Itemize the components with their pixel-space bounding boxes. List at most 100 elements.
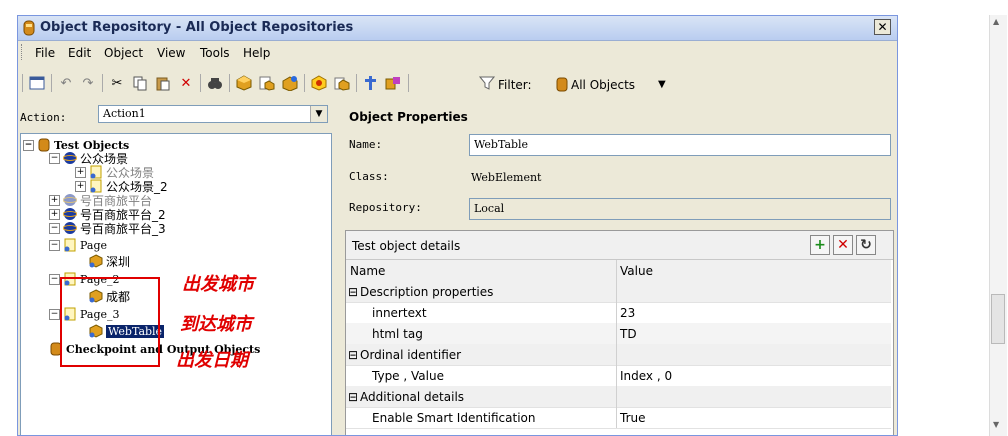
menu-edit[interactable]: Edit bbox=[68, 46, 91, 60]
column-header-name[interactable]: Name bbox=[350, 264, 385, 278]
filter-label: Filter: bbox=[498, 78, 532, 92]
add-object-icon[interactable] bbox=[235, 74, 253, 92]
toolbar-separator bbox=[408, 74, 409, 92]
row-value[interactable]: 23 bbox=[620, 306, 635, 320]
update-from-app-icon[interactable] bbox=[333, 74, 351, 92]
browser-globe-icon bbox=[63, 208, 77, 220]
tree-item-element-shenzhen[interactable]: 深圳 bbox=[89, 254, 131, 269]
redo-icon[interactable]: ↷ bbox=[79, 74, 97, 92]
scroll-down-arrow-icon[interactable]: ▼ bbox=[993, 420, 999, 429]
toolbar-grip bbox=[22, 74, 23, 92]
refresh-icon[interactable]: ↻ bbox=[856, 235, 876, 255]
undo-icon[interactable]: ↶ bbox=[57, 74, 75, 92]
delete-icon[interactable]: ✕ bbox=[833, 235, 853, 255]
collapse-icon[interactable]: − bbox=[49, 152, 60, 164]
grid-row[interactable]: html tag TD bbox=[346, 323, 891, 345]
row-name: Type , Value bbox=[372, 369, 444, 383]
toolbar-separator bbox=[304, 74, 305, 92]
group-collapse-icon[interactable]: ⊟ bbox=[348, 348, 358, 362]
annotation-departure-city: 出发城市 bbox=[182, 274, 254, 295]
web-element-icon bbox=[89, 254, 103, 268]
details-title: Test object details bbox=[352, 239, 461, 253]
find-icon[interactable] bbox=[206, 74, 224, 92]
tree-item-label: 号百商旅平台_3 bbox=[80, 221, 166, 236]
filter-select-value[interactable]: All Objects bbox=[571, 78, 635, 92]
annotation-arrival-city: 到达城市 bbox=[180, 314, 252, 335]
cut-icon[interactable]: ✂ bbox=[108, 74, 126, 92]
object-spy-icon[interactable] bbox=[258, 74, 276, 92]
grid-group-row[interactable]: ⊟ Description properties bbox=[346, 281, 891, 303]
browser-globe-icon bbox=[63, 152, 77, 164]
menu-view[interactable]: View bbox=[157, 46, 185, 60]
highlight-icon[interactable] bbox=[281, 74, 299, 92]
menu-bar: File Edit Object View Tools Help bbox=[18, 41, 897, 63]
expand-icon[interactable]: + bbox=[75, 180, 86, 192]
expand-icon[interactable]: + bbox=[75, 166, 86, 178]
navigate-icon[interactable] bbox=[362, 74, 380, 92]
row-value[interactable]: True bbox=[620, 411, 646, 425]
right-pane: Object Properties Name: WebTable Class: … bbox=[341, 102, 897, 435]
row-value[interactable]: Index , 0 bbox=[620, 369, 672, 383]
scroll-thumb[interactable] bbox=[991, 294, 1005, 344]
properties-icon[interactable] bbox=[384, 74, 402, 92]
menu-file[interactable]: File bbox=[35, 46, 55, 60]
menu-object[interactable]: Object bbox=[104, 46, 143, 60]
group-label: Additional details bbox=[360, 390, 465, 404]
toolbar: ↶ ↷ ✂ ✕ Filter: All Objects ▼ bbox=[18, 69, 897, 97]
group-collapse-icon[interactable]: ⊟ bbox=[348, 390, 358, 404]
plus-icon[interactable]: + bbox=[810, 235, 830, 255]
menu-help[interactable]: Help bbox=[243, 46, 270, 60]
grid-row[interactable]: innertext 23 bbox=[346, 302, 891, 324]
group-label: Description properties bbox=[360, 285, 494, 299]
tree-item-page[interactable]: − Page bbox=[49, 238, 107, 252]
tree-item-browser-4[interactable]: − 号百商旅平台_3 bbox=[49, 221, 166, 236]
tree-item-label: 深圳 bbox=[106, 254, 131, 269]
menu-tools[interactable]: Tools bbox=[200, 46, 230, 60]
row-name: innertext bbox=[372, 306, 427, 320]
paste-icon[interactable] bbox=[154, 74, 172, 92]
name-field[interactable]: WebTable bbox=[469, 134, 891, 156]
action-dropdown-chevron-icon[interactable]: ▼ bbox=[310, 106, 327, 122]
delete-icon[interactable]: ✕ bbox=[177, 74, 195, 92]
filter-dropdown-chevron-icon[interactable]: ▼ bbox=[658, 79, 666, 90]
collapse-icon[interactable]: − bbox=[49, 222, 60, 234]
title-bar: Object Repository - All Object Repositor… bbox=[18, 16, 897, 41]
grid-group-row[interactable]: ⊟ Ordinal identifier bbox=[346, 344, 891, 366]
new-window-icon[interactable] bbox=[28, 74, 46, 92]
page-icon bbox=[90, 165, 102, 179]
collapse-icon[interactable]: − bbox=[49, 239, 60, 251]
row-value[interactable]: TD bbox=[620, 327, 637, 341]
collapse-icon[interactable]: − bbox=[49, 273, 60, 285]
action-select-value: Action1 bbox=[103, 107, 146, 120]
object-properties-title: Object Properties bbox=[349, 110, 468, 124]
column-header-value[interactable]: Value bbox=[620, 264, 653, 278]
tree-item-label: Page bbox=[80, 238, 108, 252]
action-select[interactable]: Action1 ▼ bbox=[98, 105, 328, 123]
collapse-icon[interactable]: − bbox=[23, 139, 34, 151]
window-title: Object Repository - All Object Repositor… bbox=[40, 20, 354, 35]
page-icon bbox=[64, 238, 76, 252]
object-repository-window: Object Repository - All Object Repositor… bbox=[17, 15, 898, 436]
grid-row[interactable]: Type , Value Index , 0 bbox=[346, 365, 891, 387]
scroll-up-arrow-icon[interactable]: ▲ bbox=[993, 17, 999, 26]
expand-icon[interactable]: + bbox=[49, 194, 60, 206]
expand-icon[interactable]: + bbox=[49, 208, 60, 220]
menu-grip bbox=[21, 44, 24, 60]
copy-icon[interactable] bbox=[131, 74, 149, 92]
details-header: Test object details + ✕ ↻ bbox=[346, 231, 893, 260]
annotation-departure-date: 出发日期 bbox=[176, 350, 248, 371]
grid-group-row[interactable]: ⊟ Additional details bbox=[346, 386, 891, 408]
toolbar-separator bbox=[102, 74, 103, 92]
toolbar-separator bbox=[229, 74, 230, 92]
group-collapse-icon[interactable]: ⊟ bbox=[348, 285, 358, 299]
collapse-icon[interactable]: − bbox=[49, 308, 60, 320]
browser-globe-icon bbox=[63, 222, 77, 234]
page-scrollbar[interactable]: ▲ ▼ bbox=[989, 15, 1007, 436]
annotation-highlight-box bbox=[60, 277, 160, 367]
add-to-repository-icon[interactable] bbox=[310, 74, 328, 92]
grid-header-row: Name Value bbox=[346, 260, 891, 282]
close-button[interactable]: ✕ bbox=[874, 19, 891, 35]
grid-row[interactable]: Enable Smart Identification True bbox=[346, 407, 891, 429]
filter-icon[interactable] bbox=[478, 74, 496, 92]
name-label: Name: bbox=[349, 138, 383, 151]
